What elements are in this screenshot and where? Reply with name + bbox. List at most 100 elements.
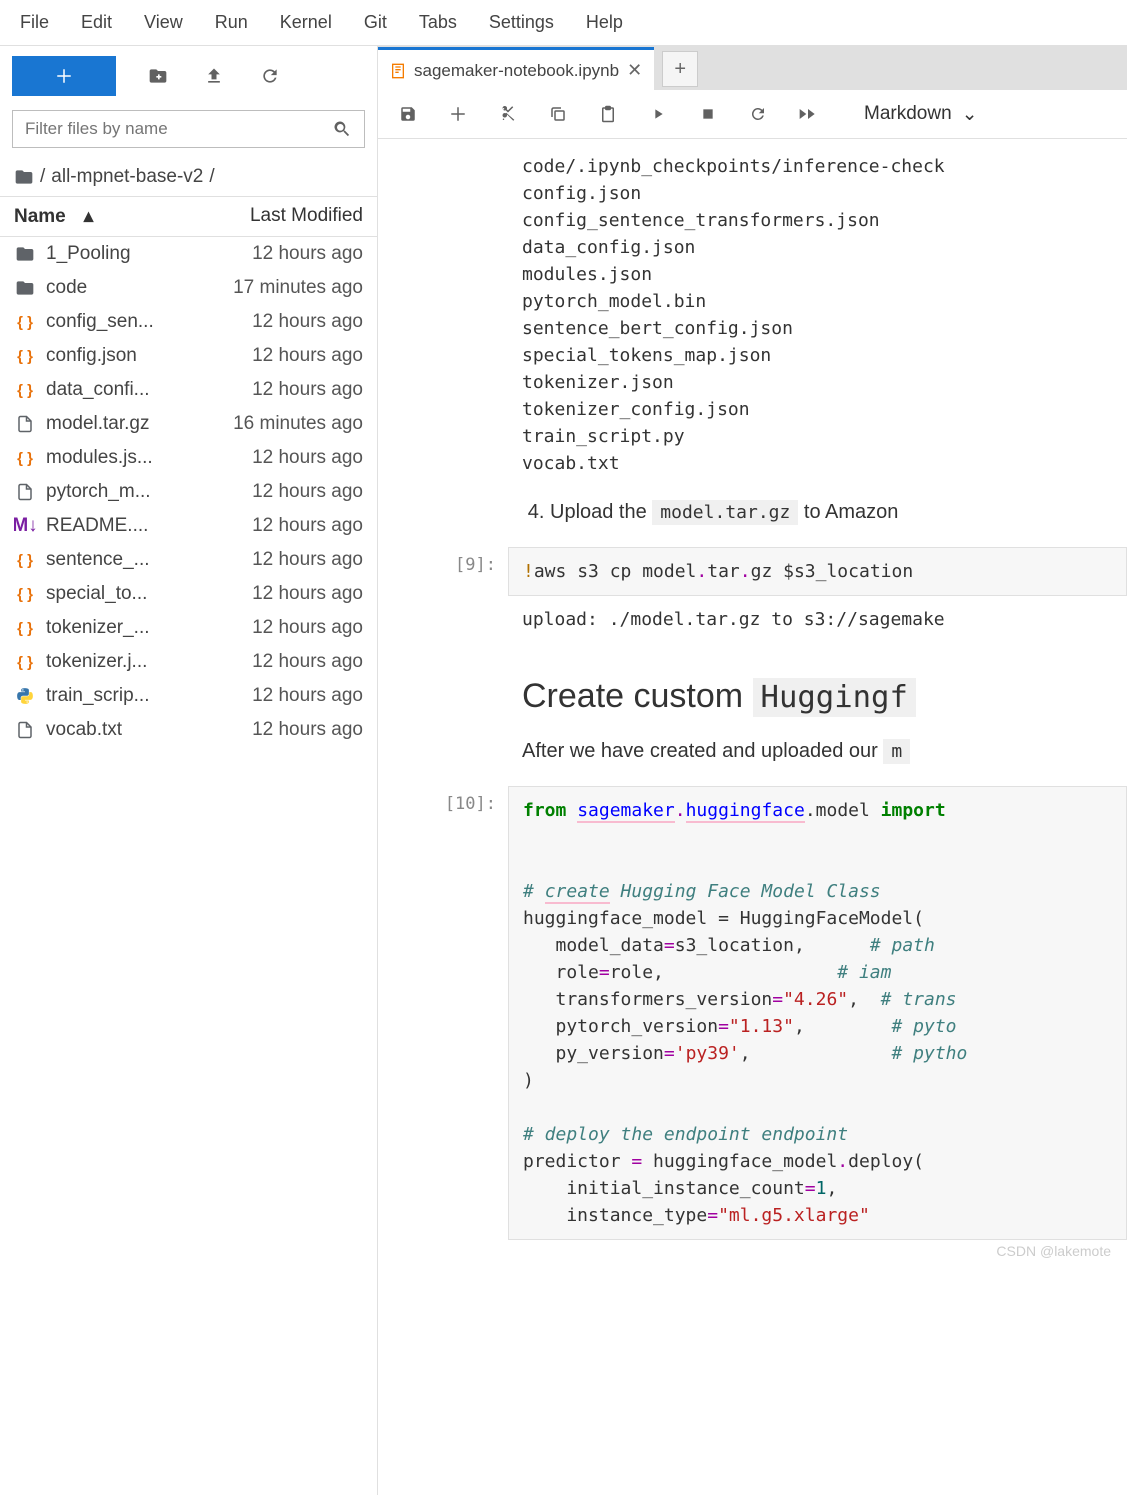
file-name: special_to... xyxy=(46,583,147,605)
cut-button[interactable] xyxy=(494,100,522,128)
file-modified: 12 hours ago xyxy=(252,243,363,265)
file-browser-sidebar: / all-mpnet-base-v2 / Name▴ Last Modifie… xyxy=(0,46,378,1495)
file-row[interactable]: code 17 minutes ago xyxy=(0,271,377,305)
file-row[interactable]: pytorch_m...12 hours ago xyxy=(0,475,377,509)
breadcrumb-folder[interactable]: all-mpnet-base-v2 xyxy=(51,166,203,188)
file-row[interactable]: vocab.txt12 hours ago xyxy=(0,713,377,747)
json-icon: { } xyxy=(14,549,36,571)
code-cell[interactable]: [9]: !aws s3 cp model.tar.gz $s3_locatio… xyxy=(378,547,1127,643)
file-modified: 12 hours ago xyxy=(252,719,363,741)
file-row[interactable]: train_scrip...12 hours ago xyxy=(0,679,377,713)
code-input[interactable]: from sagemaker.huggingface.model import … xyxy=(508,786,1127,1240)
upload-button[interactable] xyxy=(200,62,228,90)
file-name: tokenizer.j... xyxy=(46,651,147,673)
menu-run[interactable]: Run xyxy=(199,6,264,39)
file-modified: 12 hours ago xyxy=(252,685,363,707)
notebook-tab[interactable]: sagemaker-notebook.ipynb ✕ xyxy=(378,47,654,91)
file-modified: 12 hours ago xyxy=(252,549,363,571)
refresh-icon xyxy=(260,66,280,86)
new-launcher-button[interactable] xyxy=(12,56,116,96)
tab-bar: sagemaker-notebook.ipynb ✕ + xyxy=(378,46,1127,90)
json-icon: { } xyxy=(14,311,36,333)
menu-edit[interactable]: Edit xyxy=(65,6,128,39)
file-icon xyxy=(14,481,36,503)
new-folder-button[interactable] xyxy=(144,62,172,90)
menu-git[interactable]: Git xyxy=(348,6,403,39)
run-button[interactable] xyxy=(644,100,672,128)
file-row[interactable]: { }config_sen...12 hours ago xyxy=(0,305,377,339)
run-all-button[interactable] xyxy=(794,100,822,128)
notebook-icon xyxy=(390,63,406,79)
folder-icon xyxy=(14,243,36,265)
search-icon xyxy=(332,119,352,139)
file-modified: 12 hours ago xyxy=(252,651,363,673)
file-modified: 12 hours ago xyxy=(252,447,363,469)
json-icon: { } xyxy=(14,651,36,673)
menu-view[interactable]: View xyxy=(128,6,199,39)
code-input[interactable]: !aws s3 cp model.tar.gz $s3_location xyxy=(508,547,1127,596)
chevron-down-icon: ⌄ xyxy=(962,103,978,126)
file-icon xyxy=(14,413,36,435)
file-modified: 12 hours ago xyxy=(252,515,363,537)
sort-by-name[interactable]: Name▴ xyxy=(14,205,93,228)
code-cell[interactable]: [10]: from sagemaker.huggingface.model i… xyxy=(378,786,1127,1240)
cell-prompt xyxy=(378,143,508,547)
file-name: config.json xyxy=(46,345,137,367)
file-row[interactable]: { } tokenizer.j... 12 hours ago xyxy=(0,645,377,679)
json-icon: { } xyxy=(14,447,36,469)
menu-help[interactable]: Help xyxy=(570,6,639,39)
sort-by-modified[interactable]: Last Modified xyxy=(250,205,363,228)
file-name: README.... xyxy=(46,515,148,537)
notebook-toolbar: Markdown⌄ xyxy=(378,90,1127,139)
cell-prompt: [9]: xyxy=(378,547,508,643)
menu-file[interactable]: File xyxy=(4,6,65,39)
file-row[interactable]: { } sentence_... 12 hours ago xyxy=(0,543,377,577)
file-row[interactable]: { }data_confi...12 hours ago xyxy=(0,373,377,407)
menu-tabs[interactable]: Tabs xyxy=(403,6,473,39)
watermark: CSDN @lakemote xyxy=(996,1243,1111,1259)
file-modified: 12 hours ago xyxy=(252,345,363,367)
copy-button[interactable] xyxy=(544,100,572,128)
cell-output: upload: ./model.tar.gz to s3://sagemake xyxy=(508,596,1127,643)
close-tab-icon[interactable]: ✕ xyxy=(627,60,642,81)
file-row[interactable]: { }config.json12 hours ago xyxy=(0,339,377,373)
file-row[interactable]: { }modules.js...12 hours ago xyxy=(0,441,377,475)
filter-input[interactable] xyxy=(25,119,332,139)
file-name: 1_Pooling xyxy=(46,243,131,265)
file-name: config_sen... xyxy=(46,311,154,333)
stop-button[interactable] xyxy=(694,100,722,128)
breadcrumb[interactable]: / all-mpnet-base-v2 / xyxy=(0,158,377,196)
file-name: code xyxy=(46,277,87,299)
file-name: pytorch_m... xyxy=(46,481,151,503)
main-panel: sagemaker-notebook.ipynb ✕ + Markdown⌄ c… xyxy=(378,46,1127,1495)
folder-icon xyxy=(14,167,34,187)
menu-settings[interactable]: Settings xyxy=(473,6,570,39)
cell-type-select[interactable]: Markdown⌄ xyxy=(864,103,978,126)
file-row[interactable]: { }tokenizer_...12 hours ago xyxy=(0,611,377,645)
menu-kernel[interactable]: Kernel xyxy=(264,6,348,39)
md-icon: M↓ xyxy=(14,515,36,537)
file-row[interactable]: model.tar.gz16 minutes ago xyxy=(0,407,377,441)
insert-cell-button[interactable] xyxy=(444,100,472,128)
file-row[interactable]: M↓ README.... 12 hours ago xyxy=(0,509,377,543)
file-modified: 12 hours ago xyxy=(252,617,363,639)
json-icon: { } xyxy=(14,617,36,639)
filter-box[interactable] xyxy=(12,110,365,148)
restart-button[interactable] xyxy=(744,100,772,128)
refresh-button[interactable] xyxy=(256,62,284,90)
json-icon: { } xyxy=(14,583,36,605)
file-row[interactable]: { }special_to...12 hours ago xyxy=(0,577,377,611)
cell-prompt: [10]: xyxy=(378,786,508,1240)
file-row[interactable]: 1_Pooling 12 hours ago xyxy=(0,237,377,271)
add-tab-button[interactable]: + xyxy=(662,51,698,87)
paste-button[interactable] xyxy=(594,100,622,128)
file-modified: 16 minutes ago xyxy=(233,413,363,435)
file-modified: 17 minutes ago xyxy=(233,277,363,299)
plus-icon xyxy=(55,67,73,85)
file-modified: 12 hours ago xyxy=(252,379,363,401)
save-button[interactable] xyxy=(394,100,422,128)
file-name: sentence_... xyxy=(46,549,150,571)
folder-icon xyxy=(14,277,36,299)
markdown-cell: Create custom Huggingf After we have cre… xyxy=(508,643,1127,786)
markdown-cell: Upload the model.tar.gz to Amazon xyxy=(508,487,1127,547)
